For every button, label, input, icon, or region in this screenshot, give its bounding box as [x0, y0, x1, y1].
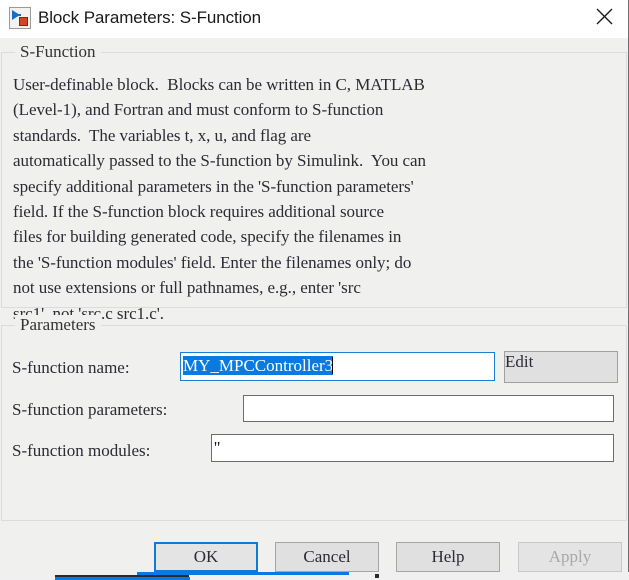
s-function-name-value: MY_MPCController3	[183, 356, 334, 375]
help-button[interactable]: Help	[396, 542, 500, 572]
dialog-title-bar: Block Parameters: S-Function	[0, 0, 628, 38]
s-function-description-group: S-Function User-definable block. Blocks …	[1, 42, 627, 323]
s-function-parameters-input[interactable]	[243, 395, 614, 422]
s-function-name-input[interactable]: MY_MPCController3	[180, 352, 495, 381]
cancel-button[interactable]: Cancel	[275, 542, 379, 572]
taskbar-active-item-underline	[137, 572, 349, 575]
group-legend-s-function: S-Function	[15, 42, 101, 62]
taskbar-remnant-tick	[375, 574, 379, 578]
icon-square	[19, 17, 28, 26]
edit-button[interactable]: Edit	[504, 351, 618, 383]
block-parameters-dialog: Block Parameters: S-Function S-Function …	[0, 0, 629, 572]
s-function-description-text: User-definable block. Blocks can be writ…	[13, 75, 426, 323]
ok-button[interactable]: OK	[154, 542, 258, 572]
text-caret	[332, 357, 334, 374]
s-function-parameters-label: S-function parameters:	[12, 400, 168, 419]
s-function-modules-label: S-function modules:	[12, 441, 151, 460]
s-function-name-label: S-function name:	[12, 358, 130, 377]
close-x-glyph	[596, 8, 613, 25]
group-legend-parameters: Parameters	[15, 315, 101, 335]
s-function-modules-input[interactable]: ''	[211, 434, 614, 462]
dialog-title: Block Parameters: S-Function	[38, 8, 262, 27]
apply-button: Apply	[518, 542, 622, 572]
s-function-block-icon	[9, 7, 31, 29]
close-icon[interactable]	[581, 0, 628, 30]
